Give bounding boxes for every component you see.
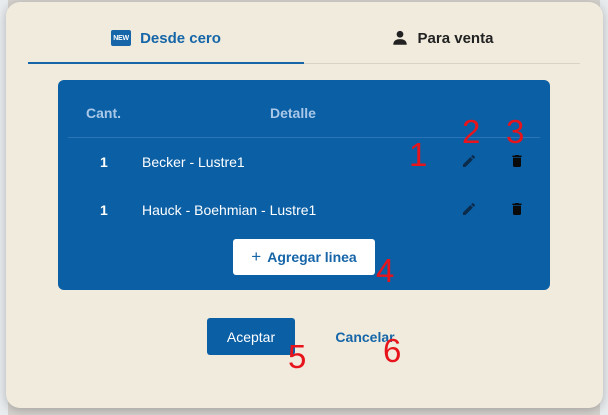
delete-trash-icon[interactable] [509, 200, 525, 218]
delete-trash-icon[interactable] [509, 152, 525, 170]
annotation-label: 6 [383, 332, 402, 369]
accept-label: Aceptar [226, 328, 276, 345]
edit-pencil-icon[interactable] [461, 153, 477, 169]
column-header-qty: Cant. [86, 105, 121, 121]
table-row: 1 Hauck - Boehmian - Lustre1 [58, 187, 550, 233]
row-qty: 1 [100, 154, 108, 170]
person-icon [392, 30, 407, 45]
annotation-label: 5 [288, 338, 307, 375]
edit-pencil-icon[interactable] [461, 201, 477, 217]
active-tab-indicator [28, 62, 304, 64]
row-qty: 1 [100, 202, 108, 218]
row-detail: Hauck - Boehmian - Lustre1 [142, 202, 317, 218]
annotation-label: 3 [506, 113, 525, 150]
column-header-detail: Detalle [270, 105, 316, 121]
annotation-label: 4 [376, 252, 395, 289]
tab-desde-cero-label: Desde cero [140, 29, 221, 47]
plus-icon: + [251, 247, 262, 266]
new-badge-icon: NEW [111, 30, 132, 46]
add-line-label: Agregar linea [267, 249, 357, 265]
annotation-label: 2 [462, 113, 481, 150]
tab-bar: NEW Desde cero Para venta [28, 14, 580, 64]
lines-panel: Cant. Detalle 1 Becker - Lustre1 1 Hauck… [58, 80, 550, 290]
tab-desde-cero[interactable]: NEW Desde cero [28, 14, 304, 62]
accept-button[interactable]: Aceptar [207, 318, 295, 355]
add-line-button[interactable]: + Agregar linea [233, 239, 375, 275]
tab-para-venta[interactable]: Para venta [304, 14, 580, 62]
tab-para-venta-label: Para venta [417, 29, 494, 47]
annotation-label: 1 [409, 136, 428, 173]
row-detail: Becker - Lustre1 [142, 154, 245, 170]
